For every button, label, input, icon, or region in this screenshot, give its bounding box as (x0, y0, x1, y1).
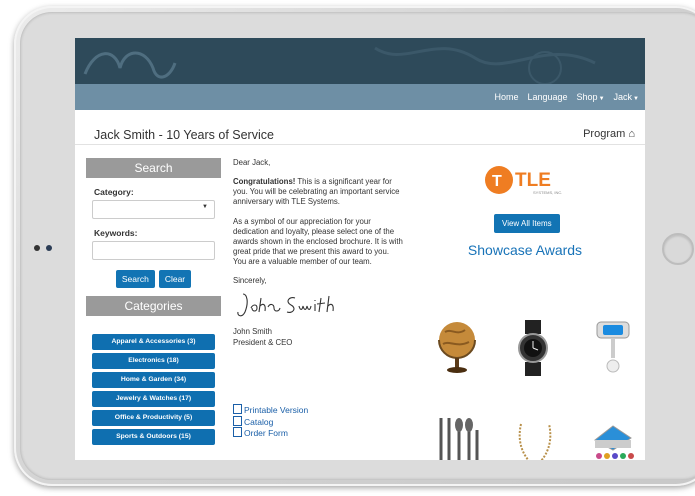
caret-down-icon: ▼ (633, 96, 639, 102)
page-title: Jack Smith - 10 Years of Service (94, 128, 274, 142)
nav-shop[interactable]: Shop▼ (577, 92, 605, 102)
clear-button[interactable]: Clear (158, 270, 192, 288)
chevron-down-icon: ▼ (202, 204, 208, 210)
showcase-title: Showcase Awards (467, 242, 583, 258)
title-bar: Jack Smith - 10 Years of Service Program… (75, 122, 645, 145)
letter-paragraph-1: Congratulations! This is a significant y… (233, 177, 403, 207)
navbar: Home Language Shop▼ Jack▼ (75, 84, 645, 110)
letter-greeting: Dear Jack, (233, 158, 271, 167)
nav-user[interactable]: Jack▼ (614, 92, 639, 102)
category-select[interactable]: ▼ (92, 200, 215, 219)
printable-version-link[interactable]: Printable Version (233, 404, 308, 416)
category-home-garden[interactable]: Home & Garden (34) (92, 372, 215, 388)
tle-logo: T TLE SYSTEMS, INC. (485, 166, 562, 195)
document-links: Printable Version Catalog Order Form (233, 404, 308, 439)
home-icon: ⌂ (628, 128, 635, 140)
letter: Dear Jack, Congratulations! This is a si… (233, 158, 403, 357)
category-apparel[interactable]: Apparel & Accessories (3) (92, 334, 215, 350)
gift-set-product-image[interactable] (587, 420, 637, 460)
order-form-link[interactable]: Order Form (233, 427, 308, 439)
category-label: Category: (94, 187, 134, 197)
globe-product-image[interactable] (435, 318, 483, 378)
signature-image (237, 293, 334, 317)
camera-icon (34, 245, 40, 251)
printable-version-label: Printable Version (244, 405, 309, 415)
logo-subtext: SYSTEMS, INC. (533, 190, 562, 195)
search-header: Search (86, 158, 221, 178)
letter-signer-name: John Smith (233, 327, 273, 337)
document-icon (233, 427, 242, 438)
keywords-label: Keywords: (94, 228, 138, 238)
catalog-label: Catalog (244, 416, 274, 427)
category-list: Apparel & Accessories (3) Electronics (1… (86, 334, 221, 445)
home-button[interactable] (662, 233, 694, 265)
camera-lens-icon (46, 245, 52, 251)
document-icon (233, 415, 242, 426)
categories-header: Categories (86, 296, 221, 316)
catalog-link[interactable]: Catalog (233, 415, 308, 428)
letter-paragraph-2: As a symbol of our appreciation for your… (233, 216, 403, 267)
search-button[interactable]: Search (115, 270, 155, 288)
category-sports[interactable]: Sports & Outdoors (15) (92, 429, 215, 445)
category-office[interactable]: Office & Productivity (5) (92, 410, 215, 426)
document-icon (233, 404, 242, 414)
letter-signer-position: President & CEO (233, 337, 293, 347)
necklace-product-image[interactable] (515, 420, 555, 460)
category-jewelry-watches[interactable]: Jewelry & Watches (17) (92, 391, 215, 407)
nav-language[interactable]: Language (528, 92, 568, 102)
program-label: Program (583, 128, 626, 140)
banner-swirl-decoration (83, 46, 596, 84)
category-electronics[interactable]: Electronics (18) (92, 353, 215, 369)
caret-down-icon: ▼ (598, 96, 605, 102)
nav-home[interactable]: Home (494, 92, 518, 102)
letter-congrats: Congratulations! (233, 177, 296, 187)
svg-text:T: T (492, 173, 502, 190)
flatware-product-image[interactable] (435, 416, 483, 460)
smart-device-product-image[interactable] (593, 318, 633, 376)
logo-text: TLE (515, 170, 551, 191)
keywords-input[interactable] (92, 241, 215, 260)
watch-product-image[interactable] (513, 320, 553, 376)
order-form-label: Order Form (244, 428, 288, 439)
screen: Home Language Shop▼ Jack▼ Jack Smith - 1… (75, 38, 645, 460)
nav-shop-label: Shop (576, 92, 598, 102)
view-all-items-button[interactable]: View All Items (494, 214, 560, 233)
letter-closing: Sincerely, (233, 276, 267, 286)
program-link[interactable]: Program ⌂ (583, 128, 635, 140)
header-banner (75, 38, 645, 84)
nav-user-label: Jack (613, 92, 633, 102)
sidebar: Search Category: ▼ Keywords: Search Clea… (86, 158, 221, 445)
